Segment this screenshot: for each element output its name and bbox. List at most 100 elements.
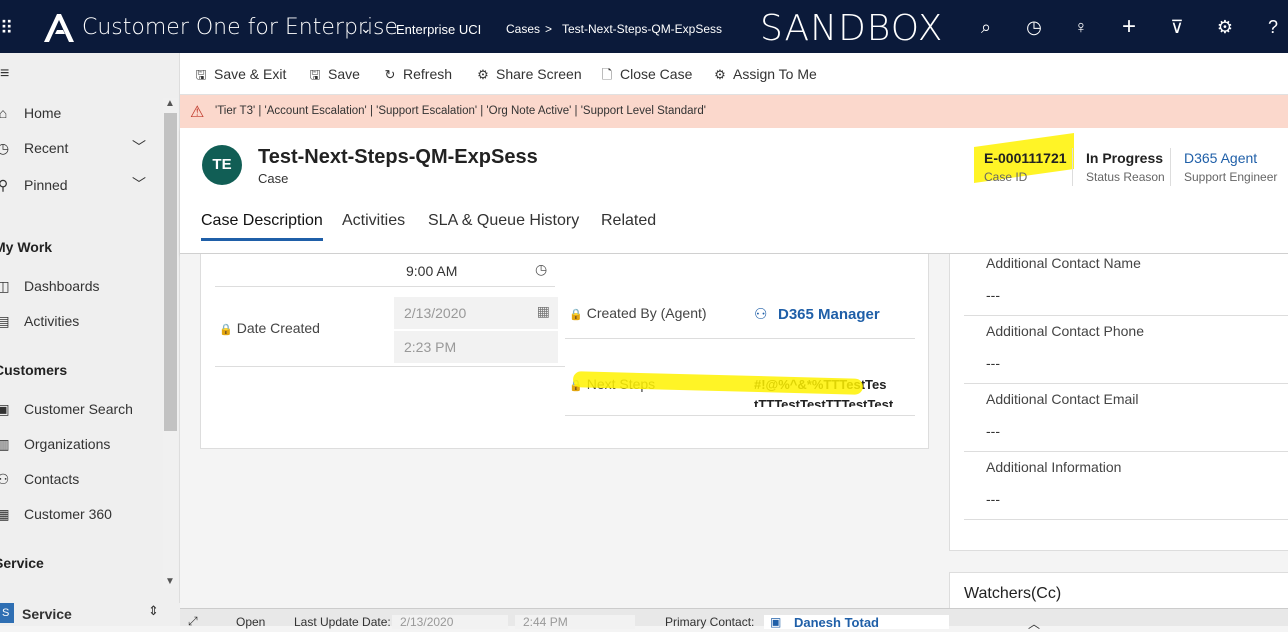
row-divider bbox=[964, 315, 1288, 316]
close-case-button[interactable]: 🗋 Close Case bbox=[598, 66, 693, 88]
scrollbar-thumb[interactable] bbox=[164, 113, 177, 431]
hamburger-menu-icon[interactable]: ≡ bbox=[0, 65, 9, 83]
app-switcher-chevron-icon[interactable]: ⌄ bbox=[360, 20, 372, 37]
sidebar-item-label: Recent bbox=[24, 140, 69, 156]
collapse-up-icon[interactable]: ︿ bbox=[1028, 615, 1040, 632]
form-body: 9:00 AM ◷ 🔒 Date Created 2/13/2020 ▦ 2:23… bbox=[180, 254, 1288, 608]
notification-banner: ⚠ 'Tier T3' | 'Account Escalation' | 'Su… bbox=[180, 95, 1288, 128]
button-label: Assign To Me bbox=[733, 66, 817, 82]
save-and-exit-button[interactable]: 🖫 Save & Exit bbox=[192, 66, 286, 88]
avatar: TE bbox=[202, 145, 242, 185]
refresh-button[interactable]: ↻ Refresh bbox=[381, 66, 452, 83]
contact-card-icon: ▣ bbox=[770, 615, 782, 629]
section-service: Service bbox=[0, 555, 44, 571]
record-header: TE Test-Next-Steps-QM-ExpSess Case E-000… bbox=[180, 128, 1288, 254]
lock-icon: 🔒 bbox=[219, 324, 233, 336]
last-update-label: Last Update Date: bbox=[294, 615, 391, 629]
button-label: Save & Exit bbox=[214, 66, 287, 82]
app-name[interactable]: Customer One for Enterprise bbox=[82, 15, 398, 40]
row-divider bbox=[215, 286, 555, 287]
lock-icon: 🔒 bbox=[569, 309, 583, 321]
sidebar-scrollbar[interactable]: ▲ ▼ bbox=[163, 98, 178, 588]
command-bar: 🖫 Save & Exit 🖫 Save ↻ Refresh ⚙ Share Scree… bbox=[180, 53, 1288, 95]
date-created-date-field: 2/13/2020 ▦ bbox=[394, 297, 558, 329]
search-icon[interactable]: ⌕ bbox=[975, 16, 997, 38]
clock-icon[interactable]: ◷ bbox=[535, 261, 547, 278]
assign-to-me-button[interactable]: ⚙ Assign To Me bbox=[711, 66, 817, 83]
additional-information-value[interactable]: --- bbox=[986, 491, 1000, 507]
support-engineer-link[interactable]: D365 Agent bbox=[1184, 150, 1277, 166]
row-divider bbox=[215, 366, 565, 367]
primary-contact-label: Primary Contact: bbox=[665, 615, 755, 629]
watchers-title: Watchers(Cc) bbox=[964, 585, 1062, 602]
filter-icon[interactable]: ⊽ bbox=[1166, 16, 1188, 38]
calendar-icon: ▦ bbox=[536, 303, 550, 319]
breadcrumb-cases[interactable]: Cases bbox=[506, 22, 540, 36]
save-icon: 🖫 bbox=[309, 67, 321, 82]
area-name: Service bbox=[22, 606, 72, 622]
page-title: Test-Next-Steps-QM-ExpSess bbox=[258, 146, 538, 168]
tab-related[interactable]: Related bbox=[601, 212, 656, 230]
user-icon: ⚇ bbox=[754, 306, 768, 323]
breadcrumb-separator-icon: > bbox=[545, 22, 553, 36]
top-navigation-bar: ⠿ Customer One for Enterprise ⌄ Enterpri… bbox=[0, 0, 1288, 53]
save-button[interactable]: 🖫 Save bbox=[306, 66, 360, 88]
case-id-value: E-000111721 bbox=[984, 150, 1067, 166]
assign-icon: ⚙ bbox=[714, 67, 726, 82]
app-launcher-icon[interactable]: ⠿ bbox=[0, 18, 12, 39]
scroll-down-icon[interactable]: ▼ bbox=[165, 576, 175, 587]
scroll-up-icon[interactable]: ▲ bbox=[165, 98, 175, 109]
additional-contact-name-label: Additional Contact Name bbox=[986, 255, 1141, 271]
breadcrumb-record[interactable]: Test-Next-Steps-QM-ExpSess bbox=[562, 22, 722, 36]
status-value: In Progress bbox=[1086, 150, 1164, 166]
recent-expand-chevron-icon[interactable]: ﹀ bbox=[132, 137, 146, 157]
breadcrumb-environment[interactable]: Enterprise UCI bbox=[396, 22, 481, 37]
tab-case-description[interactable]: Case Description bbox=[201, 212, 323, 241]
row-divider bbox=[964, 519, 1288, 520]
sidebar-item-label: Customer Search bbox=[24, 401, 133, 417]
area-badge: S bbox=[0, 603, 14, 623]
sandbox-banner: SANDBOX bbox=[760, 8, 944, 49]
primary-contact-link[interactable]: Danesh Totad bbox=[794, 615, 879, 630]
header-field-engineer: D365 Agent Support Engineer bbox=[1184, 150, 1277, 184]
pinned-expand-chevron-icon[interactable]: ﹀ bbox=[132, 174, 146, 194]
area-switch-chevron-icon[interactable]: ⇕ bbox=[148, 603, 159, 619]
expand-icon[interactable]: ⤢ bbox=[188, 614, 198, 629]
additional-contact-email-value[interactable]: --- bbox=[986, 423, 1000, 439]
button-label: Save bbox=[328, 66, 360, 82]
additional-contact-name-value[interactable]: --- bbox=[986, 287, 1000, 303]
sidebar-item-label: Customer 360 bbox=[24, 506, 112, 522]
next-steps-line: tTTTestTestTTTestTest bbox=[754, 397, 894, 407]
area-switcher[interactable]: S Service ⇕ bbox=[0, 603, 180, 626]
header-divider bbox=[1072, 148, 1073, 186]
record-status: Open bbox=[236, 615, 266, 629]
section-customers: Customers bbox=[0, 362, 68, 378]
gear-icon[interactable]: ⚙ bbox=[1214, 16, 1236, 38]
created-by-link[interactable]: D365 Manager bbox=[778, 306, 880, 323]
additional-contact-email-label: Additional Contact Email bbox=[986, 391, 1139, 407]
time-value: 2:23 PM bbox=[404, 339, 457, 355]
additional-information-label: Additional Information bbox=[986, 459, 1122, 475]
date-created-label: 🔒 Date Created bbox=[219, 320, 320, 336]
close-case-icon: 🗋 bbox=[601, 67, 613, 82]
plus-icon[interactable]: + bbox=[1118, 15, 1140, 39]
additional-contact-phone-value[interactable]: --- bbox=[986, 355, 1000, 371]
time-value: 9:00 AM bbox=[406, 263, 458, 279]
date-value: 2/13/2020 bbox=[404, 305, 467, 321]
created-by-label: 🔒 Created By (Agent) bbox=[569, 305, 707, 321]
save-exit-icon: 🖫 bbox=[195, 67, 207, 82]
additional-contact-section: Additional Contact Name --- Additional C… bbox=[949, 254, 1288, 551]
task-icon[interactable]: ◷ bbox=[1023, 16, 1045, 38]
site-map-sidebar: ≡ ⌂ Home ◷ Recent ﹀ ⚲ Pinned ﹀ My Work ◫… bbox=[0, 53, 180, 626]
help-icon[interactable]: ? bbox=[1262, 16, 1284, 38]
case-details-section: 9:00 AM ◷ 🔒 Date Created 2/13/2020 ▦ 2:23… bbox=[200, 254, 929, 449]
search-record-icon: ▣ bbox=[0, 401, 10, 417]
tab-activities[interactable]: Activities bbox=[342, 212, 405, 230]
person-icon: ⚇ bbox=[0, 471, 10, 487]
tab-sla-queue-history[interactable]: SLA & Queue History bbox=[428, 212, 579, 230]
entity-name: Case bbox=[258, 171, 289, 186]
button-label: Refresh bbox=[403, 66, 453, 82]
lightbulb-icon[interactable]: ♀ bbox=[1070, 16, 1092, 38]
section-my-work: My Work bbox=[0, 239, 53, 255]
share-screen-button[interactable]: ⚙ Share Screen bbox=[474, 66, 581, 83]
